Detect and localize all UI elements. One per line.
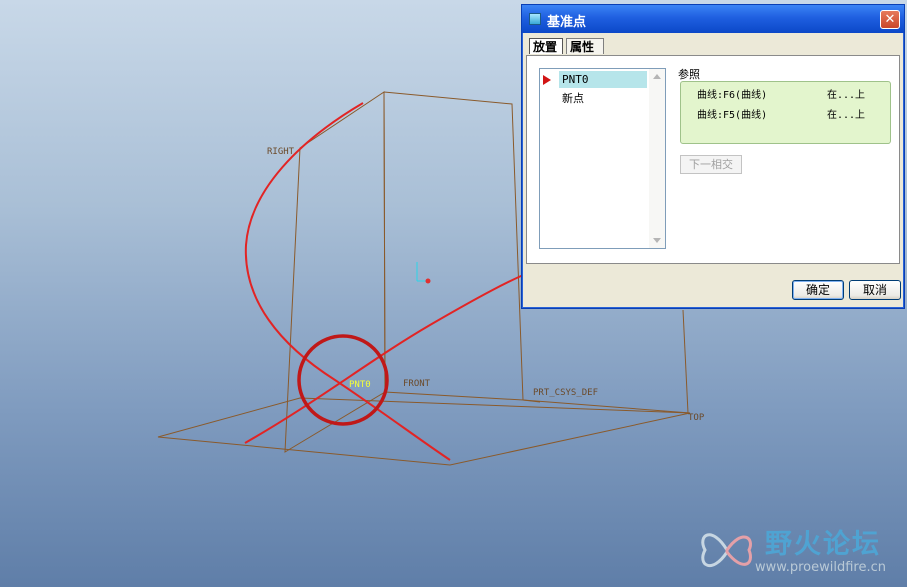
point-list[interactable]: PNT0 新点 [539, 68, 666, 249]
reference-name: 曲线:F6(曲线) [697, 90, 768, 101]
top-plane-label: TOP [688, 413, 705, 423]
cancel-button[interactable]: 取消 [849, 280, 901, 300]
dialog-title: 基准点 [547, 15, 587, 30]
references-collector[interactable]: 曲线:F6(曲线) 在...上 曲线:F5(曲线) 在...上 [680, 81, 891, 144]
reference-constraint[interactable]: 在...上 [827, 106, 865, 121]
reference-row[interactable]: 曲线:F5(曲线) 在...上 [697, 106, 887, 122]
top-datum-plane [157, 397, 691, 466]
reference-constraint[interactable]: 在...上 [827, 86, 865, 101]
close-button[interactable]: ✕ [880, 10, 900, 29]
list-item-pnt0[interactable]: PNT0 [559, 71, 647, 88]
list-item-new-point[interactable]: 新点 [559, 90, 647, 107]
dialog-app-icon [529, 13, 541, 25]
plane-edge [682, 309, 689, 414]
reference-name: 曲线:F5(曲线) [697, 110, 768, 121]
csys-label: PRT_CSYS_DEF [533, 388, 598, 398]
forum-watermark: 野火论坛 www.proewildfire.cn [697, 520, 907, 582]
next-intersection-button[interactable]: 下一相交 [680, 155, 742, 174]
references-label: 参照 [678, 68, 700, 81]
front-plane-label: FRONT [403, 379, 431, 389]
csys-origin [425, 278, 431, 284]
right-plane-label: RIGHT [267, 147, 295, 157]
datum-point-dialog: 基准点 ✕ 放置 属性 PNT0 新点 参照 曲线:F6(曲线) 在...上 曲… [521, 4, 905, 309]
scroll-down-icon[interactable] [653, 238, 661, 243]
close-icon: ✕ [884, 12, 896, 27]
datum-point-label[interactable]: PNT0 [349, 380, 371, 390]
point-list-scrollbar[interactable] [649, 69, 665, 248]
current-item-arrow-icon [543, 75, 551, 85]
scroll-up-icon[interactable] [653, 74, 661, 79]
tab-properties[interactable]: 属性 [566, 38, 604, 54]
tab-placement[interactable]: 放置 [529, 38, 563, 54]
reference-row[interactable]: 曲线:F6(曲线) 在...上 [697, 86, 887, 102]
watermark-url: www.proewildfire.cn [755, 560, 886, 575]
butterfly-logo-icon [701, 533, 752, 567]
placement-panel: PNT0 新点 参照 曲线:F6(曲线) 在...上 曲线:F5(曲线) 在..… [526, 55, 900, 264]
plane-edge [522, 399, 691, 414]
dialog-titlebar[interactable]: 基准点 ✕ [522, 5, 904, 33]
ok-button[interactable]: 确定 [792, 280, 844, 300]
watermark-title: 野火论坛 [765, 529, 881, 560]
front-datum-plane [383, 91, 524, 401]
